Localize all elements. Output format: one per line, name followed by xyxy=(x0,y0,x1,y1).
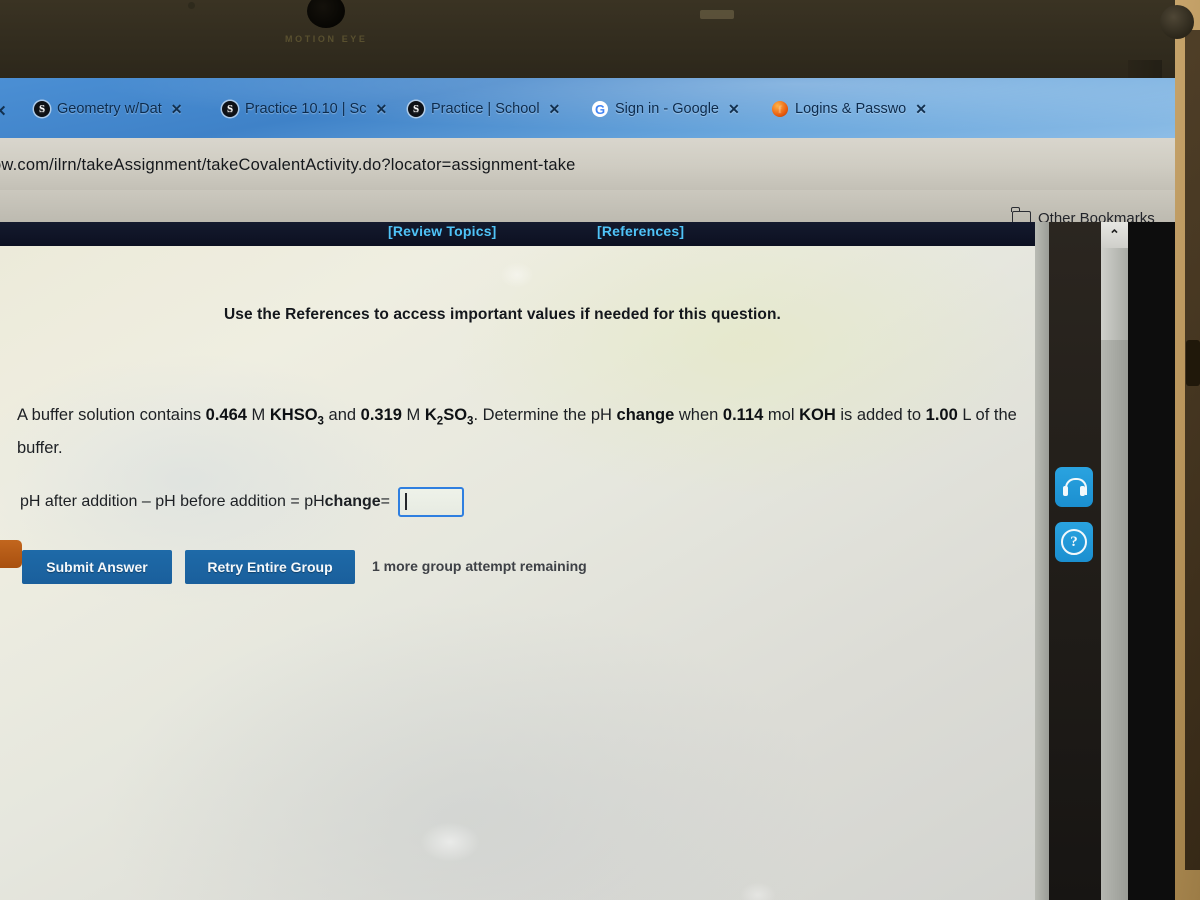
webcam-label: MOTION EYE xyxy=(285,34,368,44)
bookmarks-bar xyxy=(0,190,1175,222)
q-conc1: 0.464 xyxy=(205,406,247,424)
schoology-icon: S xyxy=(222,101,238,117)
address-bar[interactable]: ow.com/ilrn/takeAssignment/takeCovalentA… xyxy=(0,156,576,175)
answer-equation-row: pH after addition – pH before addition =… xyxy=(20,487,464,517)
q-seg5: . Determine the pH xyxy=(473,406,617,424)
browser-window: ✕ S Geometry w/Dat ✕ S Practice 10.10 | … xyxy=(0,78,1175,900)
side-drawer-handle[interactable] xyxy=(0,540,22,568)
q-seg7: mol xyxy=(763,406,800,424)
tab-close-icon[interactable]: ✕ xyxy=(549,101,561,118)
q-seg1: A buffer solution contains xyxy=(17,406,206,424)
q-compound2a: K xyxy=(424,406,437,424)
question-help-icon[interactable]: ? xyxy=(1055,522,1093,562)
scrollbar-thumb[interactable] xyxy=(1101,248,1128,340)
question-text: A buffer solution contains 0.464 M KHSO3… xyxy=(17,402,1017,462)
q-compound2b: SO xyxy=(443,406,468,424)
webcam-indicator xyxy=(188,2,195,9)
wall-fixture xyxy=(1186,340,1200,386)
browser-tab-logins-passwords[interactable]: f Logins & Passwo ✕ xyxy=(772,92,927,126)
bezel-corner-highlight xyxy=(1160,5,1194,39)
page-right-gutter xyxy=(1035,222,1049,900)
tab-label: Practice 10.10 | Sc xyxy=(245,101,367,117)
laptop-top-bezel: MOTION EYE xyxy=(0,0,1194,86)
tab-label: Geometry w/Dat xyxy=(57,101,162,117)
webcam-lens xyxy=(307,0,345,28)
instruction-text: Use the References to access important v… xyxy=(224,306,781,323)
q-volume: 1.00 xyxy=(925,406,958,424)
google-icon: G xyxy=(592,101,608,117)
schoology-icon: S xyxy=(408,101,424,117)
tab-label: Logins & Passwo xyxy=(795,101,907,117)
question-mark-glyph: ? xyxy=(1061,529,1087,555)
review-topics-link[interactable]: [Review Topics] xyxy=(388,223,497,239)
submit-answer-button[interactable]: Submit Answer xyxy=(22,550,172,584)
answer-input[interactable] xyxy=(398,487,464,517)
bezel-sensor xyxy=(700,10,734,19)
q-seg2: M xyxy=(246,406,270,424)
references-link[interactable]: [References] xyxy=(597,223,684,239)
firefox-icon: f xyxy=(772,101,788,117)
tab-close-icon[interactable]: ✕ xyxy=(375,101,387,118)
headset-support-icon[interactable] xyxy=(1055,467,1093,507)
page-viewport: [Review Topics] [References] Use the Ref… xyxy=(0,222,1175,900)
schoology-icon: S xyxy=(34,101,50,117)
q-seg3: and xyxy=(323,406,361,424)
tab-0-close-icon[interactable]: ✕ xyxy=(0,102,7,120)
q-seg6: when xyxy=(674,406,723,424)
retry-entire-group-button[interactable]: Retry Entire Group xyxy=(185,550,355,584)
q-seg4: M xyxy=(401,406,425,424)
attempts-remaining-text: 1 more group attempt remaining xyxy=(372,558,587,574)
wall-shadow xyxy=(1185,30,1200,870)
q-compound1: KHSO xyxy=(269,406,318,424)
q-base: KOH xyxy=(799,406,836,424)
tab-label: Sign in - Google xyxy=(615,101,719,117)
equation-emph: change xyxy=(324,493,381,510)
headset-glyph xyxy=(1063,477,1087,497)
equation-part1: pH after addition – pH before addition =… xyxy=(20,493,325,510)
browser-tab-practice-1010[interactable]: S Practice 10.10 | Sc ✕ xyxy=(222,92,387,126)
q-emph-change: change xyxy=(616,406,675,424)
browser-tab-practice-school[interactable]: S Practice | School ✕ xyxy=(408,92,560,126)
q-seg8: is added to xyxy=(835,406,926,424)
assignment-page: [Review Topics] [References] Use the Ref… xyxy=(0,222,1035,900)
tab-close-icon[interactable]: ✕ xyxy=(171,101,183,118)
browser-tab-google-signin[interactable]: G Sign in - Google ✕ xyxy=(592,92,740,126)
tab-close-icon[interactable]: ✕ xyxy=(915,101,927,118)
tab-close-icon[interactable]: ✕ xyxy=(728,101,740,118)
tab-label: Practice | School xyxy=(431,101,540,117)
photographed-laptop-scene: MOTION EYE ✕ S Geometry w/Dat ✕ S Practi… xyxy=(0,0,1200,900)
equation-part2: = xyxy=(380,493,390,510)
scroll-up-arrow[interactable]: ⌃ xyxy=(1101,222,1128,248)
q-conc3: 0.114 xyxy=(722,406,764,424)
q-conc2: 0.319 xyxy=(360,406,402,424)
browser-tab-geometry[interactable]: S Geometry w/Dat ✕ xyxy=(34,92,182,126)
page-top-navbar xyxy=(0,222,1035,246)
